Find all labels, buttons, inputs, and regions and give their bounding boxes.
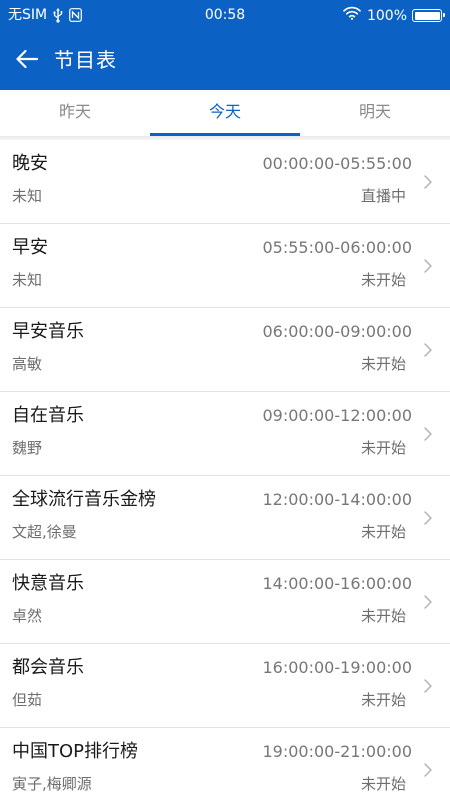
program-status: 未开始 <box>360 691 406 709</box>
program-name: 早安音乐 <box>12 321 84 342</box>
program-list: 晚安 未知 00:00:00-05:55:00 直播中 早安 未知 05:55:… <box>0 140 450 800</box>
page-title: 节目表 <box>54 48 117 72</box>
program-host: 但茹 <box>12 691 43 709</box>
status-right: 100% <box>343 6 445 25</box>
program-name: 都会音乐 <box>12 657 84 678</box>
program-time: 19:00:00-21:00:00 <box>262 742 413 761</box>
program-row[interactable]: 早安 未知 05:55:00-06:00:00 未开始 <box>0 224 450 308</box>
wifi-icon <box>343 6 361 25</box>
status-bar: 无SIM 00:58 100% <box>0 0 450 30</box>
chevron-right-icon <box>424 763 432 777</box>
program-host: 卓然 <box>12 607 43 625</box>
program-name: 早安 <box>12 237 48 258</box>
program-time: 12:00:00-14:00:00 <box>262 490 413 509</box>
program-host: 高敏 <box>12 355 43 373</box>
app-bar: 节目表 <box>0 30 450 90</box>
program-host: 未知 <box>12 187 43 205</box>
tab-tomorrow[interactable]: 明天 <box>300 90 450 136</box>
program-row[interactable]: 都会音乐 但茹 16:00:00-19:00:00 未开始 <box>0 644 450 728</box>
program-row[interactable]: 中国TOP排行榜 寅子,梅卿源 19:00:00-21:00:00 未开始 <box>0 728 450 800</box>
chevron-right-icon <box>424 259 432 273</box>
program-name: 全球流行音乐金榜 <box>12 489 156 510</box>
chevron-right-icon <box>424 511 432 525</box>
program-name: 自在音乐 <box>12 405 84 426</box>
program-row[interactable]: 全球流行音乐金榜 文超,徐曼 12:00:00-14:00:00 未开始 <box>0 476 450 560</box>
program-time: 09:00:00-12:00:00 <box>262 406 413 425</box>
program-status: 未开始 <box>360 355 406 373</box>
arrow-left-icon <box>15 49 39 73</box>
program-host: 魏野 <box>12 439 43 457</box>
program-host: 未知 <box>12 271 43 289</box>
program-host: 寅子,梅卿源 <box>12 775 92 793</box>
program-status: 未开始 <box>360 439 406 457</box>
battery-percent: 100% <box>366 7 407 24</box>
battery-icon <box>412 9 445 22</box>
chevron-right-icon <box>424 175 432 189</box>
day-tabs: 昨天 今天 明天 <box>0 90 450 136</box>
program-status: 未开始 <box>360 523 406 541</box>
screen: 无SIM 00:58 100% 节目表 昨天 今天 明天 晚安 未知 00:00… <box>0 0 450 800</box>
back-button[interactable] <box>10 44 44 78</box>
program-time: 16:00:00-19:00:00 <box>262 658 413 677</box>
tab-yesterday[interactable]: 昨天 <box>0 90 150 136</box>
chevron-right-icon <box>424 427 432 441</box>
program-status: 未开始 <box>360 271 406 289</box>
program-row[interactable]: 自在音乐 魏野 09:00:00-12:00:00 未开始 <box>0 392 450 476</box>
chevron-right-icon <box>424 343 432 357</box>
program-name: 晚安 <box>12 153 48 174</box>
program-name: 中国TOP排行榜 <box>12 741 139 762</box>
program-row[interactable]: 快意音乐 卓然 14:00:00-16:00:00 未开始 <box>0 560 450 644</box>
program-host: 文超,徐曼 <box>12 523 77 541</box>
program-row[interactable]: 早安音乐 高敏 06:00:00-09:00:00 未开始 <box>0 308 450 392</box>
chevron-right-icon <box>424 679 432 693</box>
program-name: 快意音乐 <box>12 573 84 594</box>
program-status: 未开始 <box>360 607 406 625</box>
program-time: 05:55:00-06:00:00 <box>262 238 413 257</box>
program-status: 未开始 <box>360 775 406 793</box>
program-row[interactable]: 晚安 未知 00:00:00-05:55:00 直播中 <box>0 140 450 224</box>
tab-today[interactable]: 今天 <box>150 90 300 136</box>
program-status: 直播中 <box>360 187 406 205</box>
chevron-right-icon <box>424 595 432 609</box>
program-time: 00:00:00-05:55:00 <box>262 154 413 173</box>
program-time: 06:00:00-09:00:00 <box>262 322 413 341</box>
program-time: 14:00:00-16:00:00 <box>262 574 413 593</box>
